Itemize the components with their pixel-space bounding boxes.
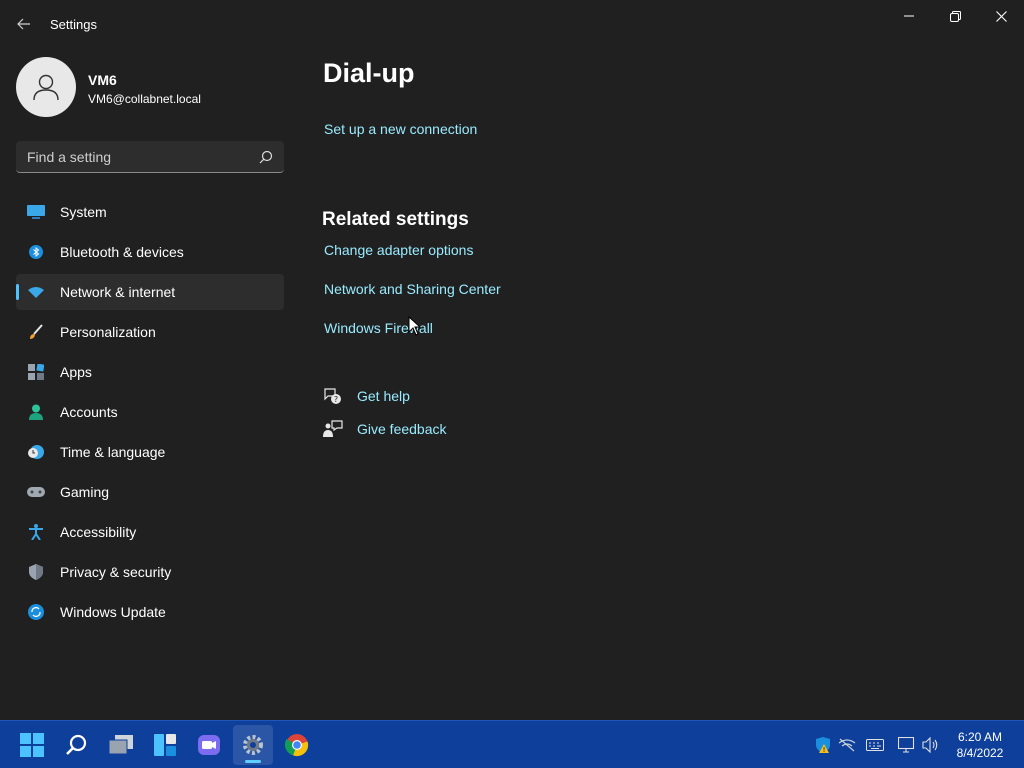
svg-text:?: ? (334, 395, 338, 404)
tray-keyboard-button[interactable] (865, 735, 885, 755)
sidebar-item-bluetooth-devices[interactable]: Bluetooth & devices (16, 234, 284, 270)
sidebar-item-accessibility[interactable]: Accessibility (16, 514, 284, 550)
sidebar-item-accounts[interactable]: Accounts (16, 394, 284, 430)
sidebar-item-label: Time & language (60, 444, 166, 460)
sidebar-item-system[interactable]: System (16, 194, 284, 230)
apps-icon (27, 364, 45, 380)
brush-icon (27, 324, 45, 340)
help-chat-icon: ? (322, 386, 344, 406)
update-icon (27, 604, 45, 620)
sidebar-item-time-language[interactable]: Time & language (16, 434, 284, 470)
page-title: Dial-up (323, 58, 415, 88)
system-icon (27, 204, 45, 220)
taskbar: ! 6:20 AM 8/4/2022 (0, 720, 1024, 768)
get-help-link[interactable]: ? Get help (322, 385, 410, 407)
chat-button[interactable] (189, 725, 229, 765)
task-view-icon (108, 735, 133, 755)
taskbar-clock[interactable]: 6:20 AM 8/4/2022 (944, 729, 1016, 761)
sidebar-nav: System Bluetooth & devices Network & int… (16, 194, 284, 634)
restore-button[interactable] (932, 0, 978, 32)
user-profile: VM6 VM6@collabnet.local (16, 57, 286, 117)
taskbar-search-button[interactable] (57, 725, 97, 765)
avatar[interactable] (16, 57, 76, 117)
selection-indicator (16, 284, 19, 300)
sidebar-item-privacy-security[interactable]: Privacy & security (16, 554, 284, 590)
tray-volume-button[interactable] (921, 735, 941, 755)
mouse-cursor-icon (408, 316, 422, 336)
person-icon (33, 74, 59, 101)
person-icon (27, 404, 45, 420)
search-box[interactable] (16, 141, 284, 173)
sidebar-item-label: Bluetooth & devices (60, 244, 184, 260)
settings-taskbar-button[interactable] (233, 725, 273, 765)
restore-icon (949, 10, 961, 22)
sidebar-item-label: Personalization (60, 324, 156, 340)
display-icon (898, 737, 915, 753)
sidebar-item-label: Network & internet (60, 284, 176, 300)
settings-icon (243, 735, 263, 755)
network-off-icon (838, 738, 856, 752)
related-settings-heading: Related settings (322, 209, 469, 230)
tray-network-button[interactable] (837, 735, 857, 755)
title-bar: Settings (0, 0, 1024, 48)
tray-display-button[interactable] (897, 735, 917, 755)
close-icon (995, 10, 1007, 22)
sidebar-item-label: System (60, 204, 107, 220)
svg-text:!: ! (823, 746, 826, 754)
chrome-button[interactable] (277, 725, 317, 765)
start-icon (20, 733, 44, 757)
change-adapter-options-link[interactable]: Change adapter options (324, 242, 473, 258)
sidebar-item-windows-update[interactable]: Windows Update (16, 594, 284, 630)
volume-icon (922, 737, 938, 753)
app-title: Settings (50, 17, 97, 32)
give-feedback-link[interactable]: Give feedback (322, 418, 447, 440)
sidebar-item-label: Privacy & security (60, 564, 172, 580)
search-icon (66, 734, 87, 755)
back-button[interactable] (10, 10, 38, 38)
security-warning-icon: ! (816, 737, 830, 754)
shield-icon (27, 564, 45, 580)
feedback-icon (322, 419, 344, 439)
search-icon[interactable] (258, 149, 274, 165)
start-button[interactable] (12, 725, 52, 765)
widgets-button[interactable] (145, 725, 185, 765)
setup-new-connection-link[interactable]: Set up a new connection (324, 121, 477, 137)
clock-globe-icon (27, 444, 45, 460)
sidebar-item-label: Apps (60, 364, 92, 380)
accessibility-icon (27, 524, 45, 540)
sidebar-item-label: Accessibility (60, 524, 137, 540)
chat-icon (198, 735, 220, 755)
running-indicator (245, 760, 261, 763)
sidebar-item-apps[interactable]: Apps (16, 354, 284, 390)
sidebar-item-personalization[interactable]: Personalization (16, 314, 284, 350)
sidebar-item-label: Accounts (60, 404, 118, 420)
clock-time: 6:20 AM (957, 730, 1003, 744)
back-arrow-icon (17, 18, 30, 30)
give-feedback-label: Give feedback (357, 421, 447, 437)
task-view-button[interactable] (101, 725, 141, 765)
search-input[interactable] (16, 141, 252, 172)
network-sharing-center-link[interactable]: Network and Sharing Center (324, 281, 501, 297)
get-help-label: Get help (357, 388, 410, 404)
minimize-button[interactable] (886, 0, 932, 32)
clock-date: 8/4/2022 (956, 746, 1004, 760)
bluetooth-icon (27, 244, 45, 260)
chrome-icon (285, 734, 309, 757)
user-name: VM6 (88, 72, 117, 88)
gamepad-icon (27, 484, 45, 500)
widgets-icon (154, 734, 176, 756)
keyboard-icon (866, 739, 884, 751)
wifi-icon (27, 284, 45, 300)
tray-security-button[interactable]: ! (813, 735, 833, 755)
user-email: VM6@collabnet.local (88, 92, 201, 106)
close-button[interactable] (978, 0, 1024, 32)
sidebar-item-label: Gaming (60, 484, 110, 500)
minimize-icon (904, 15, 914, 17)
sidebar-item-gaming[interactable]: Gaming (16, 474, 284, 510)
sidebar-item-network-internet[interactable]: Network & internet (16, 274, 284, 310)
sidebar-item-label: Windows Update (60, 604, 166, 620)
